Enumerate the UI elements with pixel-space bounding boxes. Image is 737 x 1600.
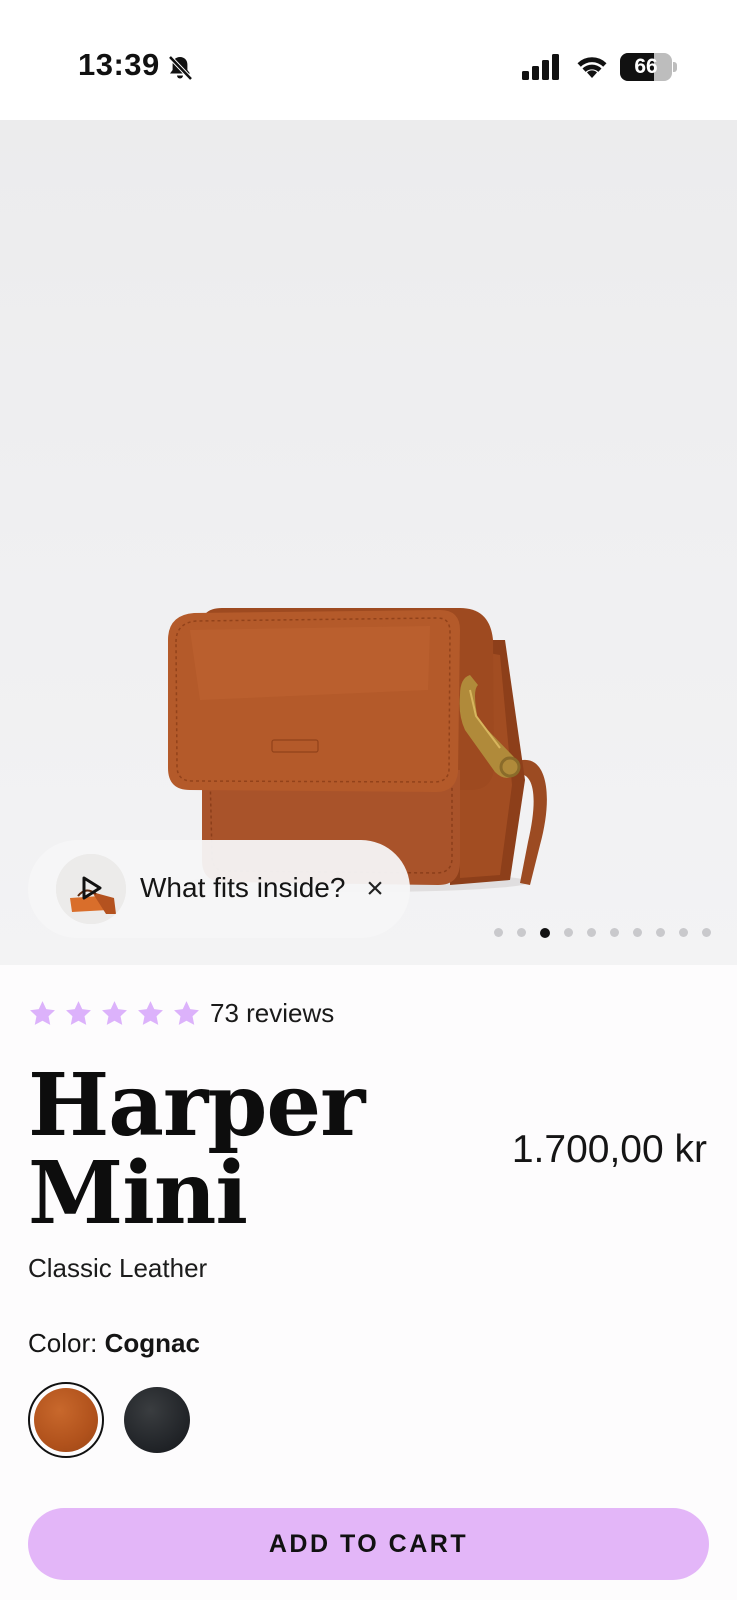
pagination-dot[interactable] <box>494 928 503 937</box>
review-count[interactable]: 73 reviews <box>210 998 334 1029</box>
product-subtitle: Classic Leather <box>28 1253 208 1283</box>
star-icon <box>138 1001 163 1025</box>
star-rating <box>28 999 208 1028</box>
pagination-dot[interactable] <box>540 927 550 938</box>
status-time: 13:39 <box>78 47 160 82</box>
star-icon <box>102 1001 127 1025</box>
pagination-dot[interactable] <box>656 928 665 937</box>
rating[interactable]: 73 reviews <box>28 998 334 1029</box>
pagination-dot[interactable] <box>610 928 619 937</box>
pagination-dot[interactable] <box>587 928 596 937</box>
gallery-pagination[interactable] <box>494 927 711 938</box>
close-icon[interactable]: × <box>361 874 389 904</box>
what-fits-inside-button[interactable]: What fits inside? × <box>28 840 410 938</box>
pagination-dot[interactable] <box>679 928 688 937</box>
pagination-dot[interactable] <box>633 928 642 937</box>
swatch-cognac[interactable] <box>28 1382 104 1458</box>
signal-icon <box>522 54 559 80</box>
star-icon <box>30 1001 55 1025</box>
play-icon <box>82 876 102 900</box>
color-label: Color: <box>28 1328 98 1358</box>
battery-icon: 66 <box>620 53 677 81</box>
product-title-line-2: Mini <box>28 1143 248 1244</box>
add-to-cart-button[interactable]: ADD TO CART <box>28 1508 709 1580</box>
pagination-dot[interactable] <box>702 928 711 937</box>
fits-inside-thumbnail <box>56 854 126 924</box>
color-selection-label: Color: Cognac <box>28 1328 200 1359</box>
color-value: Cognac <box>104 1328 200 1358</box>
pagination-dot[interactable] <box>517 928 526 937</box>
bell-slash-icon <box>168 55 193 81</box>
fits-inside-label: What fits inside? <box>140 872 346 903</box>
swatch-black[interactable] <box>124 1387 190 1453</box>
status-bar: 13:39 66 <box>0 0 737 120</box>
product-title: Harper Mini <box>28 1062 448 1238</box>
star-icon <box>66 1001 91 1025</box>
wifi-icon <box>577 57 607 78</box>
product-image-gallery[interactable]: What fits inside? × <box>0 120 737 965</box>
product-price: 1.700,00 kr <box>511 1128 707 1171</box>
battery-level: 66 <box>634 55 658 78</box>
product-title-line-1: Harper <box>28 1055 365 1156</box>
pagination-dot[interactable] <box>564 928 573 937</box>
star-icon <box>174 1001 199 1025</box>
